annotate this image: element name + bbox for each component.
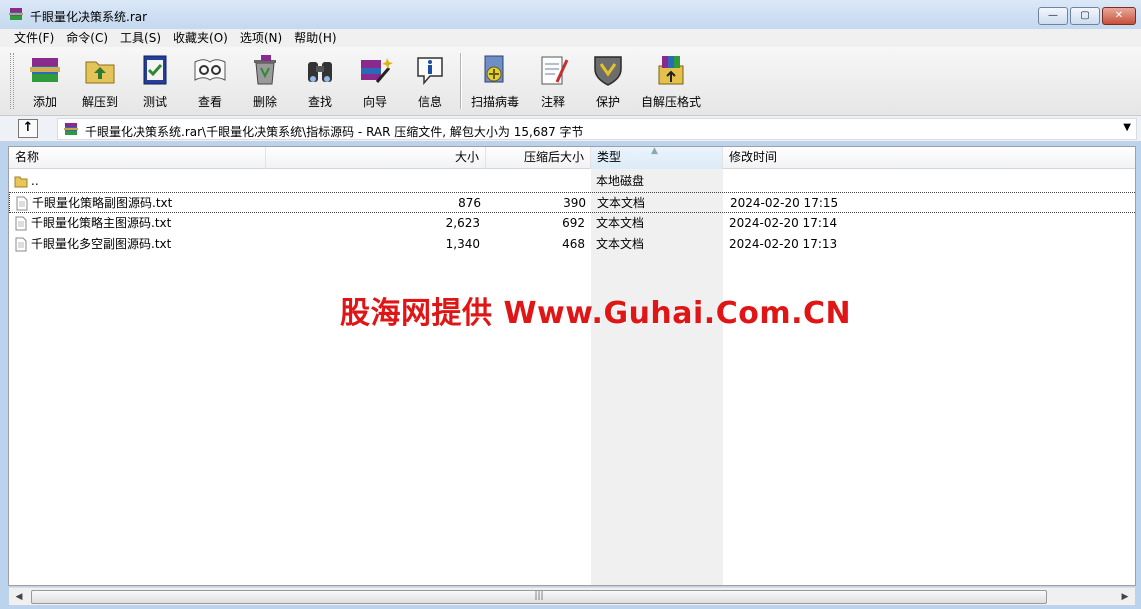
menu-commands[interactable]: 命令(C) — [60, 29, 114, 47]
menu-bar: 文件(F) 命令(C) 工具(S) 收藏夹(O) 选项(N) 帮助(H) — [0, 29, 1141, 47]
sfx-button[interactable]: 自解压格式 — [638, 50, 704, 112]
info-label: 信息 — [417, 95, 442, 109]
column-header-packed[interactable]: 压缩后大小 — [486, 147, 591, 169]
archive-books-icon — [27, 52, 63, 88]
file-type: 文本文档 — [596, 216, 645, 230]
file-modified: 2024-02-20 17:15 — [730, 196, 839, 210]
scan-virus-label: 扫描病毒 — [470, 95, 519, 109]
file-name: 千眼量化多空副图源码.txt — [31, 237, 172, 251]
wizard-label: 向导 — [362, 95, 387, 109]
scan-virus-button[interactable]: 扫描病毒 — [467, 50, 523, 112]
text-file-icon — [16, 196, 28, 211]
file-packed-size: 390 — [563, 196, 586, 210]
delete-button[interactable]: 删除 — [242, 50, 288, 112]
comment-label: 注释 — [540, 95, 565, 109]
column-header-modified[interactable]: 修改时间 — [723, 147, 1135, 169]
test-button[interactable]: 测试 — [132, 50, 178, 112]
list-item-file[interactable]: 千眼量化多空副图源码.txt 1,340 468 文本文档 2024-02-20… — [9, 234, 1135, 255]
add-button[interactable]: 添加 — [22, 50, 68, 112]
binoculars-icon — [302, 52, 338, 88]
menu-help[interactable]: 帮助(H) — [288, 29, 342, 47]
chevron-down-icon[interactable]: ▼ — [1123, 122, 1131, 133]
archive-path-icon — [64, 123, 78, 135]
list-item-parent[interactable]: .. 本地磁盘 — [9, 171, 1135, 192]
file-packed-size — [486, 171, 585, 192]
file-modified: 2024-02-20 17:13 — [729, 237, 838, 251]
menu-tools[interactable]: 工具(S) — [114, 29, 167, 47]
find-button[interactable]: 查找 — [297, 50, 343, 112]
title-bar: 千眼量化决策系统.rar — ▢ ✕ — [0, 0, 1141, 30]
close-button[interactable]: ✕ — [1102, 7, 1136, 25]
maximize-button[interactable]: ▢ — [1070, 7, 1100, 25]
list-item-file[interactable]: 千眼量化策略主图源码.txt 2,623 692 文本文档 2024-02-20… — [9, 213, 1135, 234]
test-label: 测试 — [142, 95, 167, 109]
toolbar-separator — [460, 53, 462, 109]
info-button[interactable]: 信息 — [407, 50, 453, 112]
magic-wand-icon — [357, 52, 393, 88]
clipboard-check-icon — [137, 52, 173, 88]
file-type: 文本文档 — [597, 196, 646, 210]
list-item-file[interactable]: 千眼量化策略副图源码.txt 876 390 文本文档 2024-02-20 1… — [9, 192, 1135, 213]
find-label: 查找 — [307, 95, 332, 109]
file-name: 千眼量化策略副图源码.txt — [32, 196, 173, 210]
address-bar: ↑ 千眼量化决策系统.rar\千眼量化决策系统\指标源码 - RAR 压缩文件,… — [0, 116, 1141, 142]
horizontal-scrollbar[interactable]: ◀ ||| ▶ — [9, 587, 1135, 605]
path-dropdown[interactable]: 千眼量化决策系统.rar\千眼量化决策系统\指标源码 - RAR 压缩文件, 解… — [57, 118, 1137, 140]
info-icon — [412, 52, 448, 88]
folder-extract-icon — [82, 52, 118, 88]
toolbar: 添加 解压到 测试 查看 删除 查找 向导 信息 扫描病毒 注释 保护 自解压格… — [0, 47, 1141, 116]
wizard-button[interactable]: 向导 — [352, 50, 398, 112]
file-name: 千眼量化策略主图源码.txt — [31, 216, 172, 230]
comment-button[interactable]: 注释 — [530, 50, 576, 112]
scroll-left-icon[interactable]: ◀ — [11, 590, 27, 604]
recycle-bin-icon — [247, 52, 283, 88]
text-file-icon — [15, 237, 27, 252]
view-button[interactable]: 查看 — [187, 50, 233, 112]
file-size: 876 — [458, 196, 481, 210]
protect-label: 保护 — [595, 95, 620, 109]
shield-icon — [590, 52, 626, 88]
file-size: 2,623 — [445, 216, 480, 230]
column-header-type-label: 类型 — [597, 150, 622, 164]
view-label: 查看 — [197, 95, 222, 109]
menu-file[interactable]: 文件(F) — [8, 29, 60, 47]
protect-button[interactable]: 保护 — [585, 50, 631, 112]
extract-to-label: 解压到 — [81, 95, 118, 109]
file-list[interactable]: 名称 大小 压缩后大小 ▲ 类型 修改时间 .. 本地磁盘 千眼量化策略副图源码… — [8, 146, 1136, 586]
extract-to-button[interactable]: 解压到 — [77, 50, 123, 112]
delete-label: 删除 — [252, 95, 277, 109]
minimize-button[interactable]: — — [1038, 7, 1068, 25]
notepad-pen-icon — [535, 52, 571, 88]
column-header-type[interactable]: ▲ 类型 — [591, 147, 723, 169]
column-header-name[interactable]: 名称 — [9, 147, 266, 169]
file-type: 本地磁盘 — [596, 174, 645, 188]
up-folder-button[interactable]: ↑ — [18, 119, 38, 138]
toolbar-grip[interactable] — [10, 53, 14, 109]
winrar-app-icon — [9, 8, 23, 20]
menu-options[interactable]: 选项(N) — [234, 29, 288, 47]
file-packed-size: 468 — [562, 237, 585, 251]
scroll-right-icon[interactable]: ▶ — [1117, 590, 1133, 604]
self-extract-box-icon — [653, 52, 689, 88]
file-packed-size: 692 — [562, 216, 585, 230]
text-file-icon — [15, 216, 27, 231]
scroll-thumb[interactable]: ||| — [31, 590, 1047, 604]
open-book-glasses-icon — [192, 52, 228, 88]
sfx-label: 自解压格式 — [640, 95, 701, 109]
file-modified: 2024-02-20 17:14 — [729, 216, 838, 230]
virus-scan-icon — [477, 52, 513, 88]
path-text: 千眼量化决策系统.rar\千眼量化决策系统\指标源码 - RAR 压缩文件, 解… — [85, 125, 584, 139]
window-title: 千眼量化决策系统.rar — [30, 10, 148, 24]
watermark-text: 股海网提供 Www.Guhai.Com.CN — [340, 296, 852, 331]
menu-favorites[interactable]: 收藏夹(O) — [167, 29, 234, 47]
file-size — [266, 171, 480, 192]
file-name: .. — [31, 174, 39, 188]
file-type: 文本文档 — [596, 237, 645, 251]
column-header-size[interactable]: 大小 — [266, 147, 486, 169]
sort-ascending-icon: ▲ — [651, 146, 658, 156]
folder-icon — [14, 176, 28, 188]
file-size: 1,340 — [445, 237, 480, 251]
list-header: 名称 大小 压缩后大小 ▲ 类型 修改时间 — [9, 147, 1135, 169]
add-label: 添加 — [32, 95, 57, 109]
